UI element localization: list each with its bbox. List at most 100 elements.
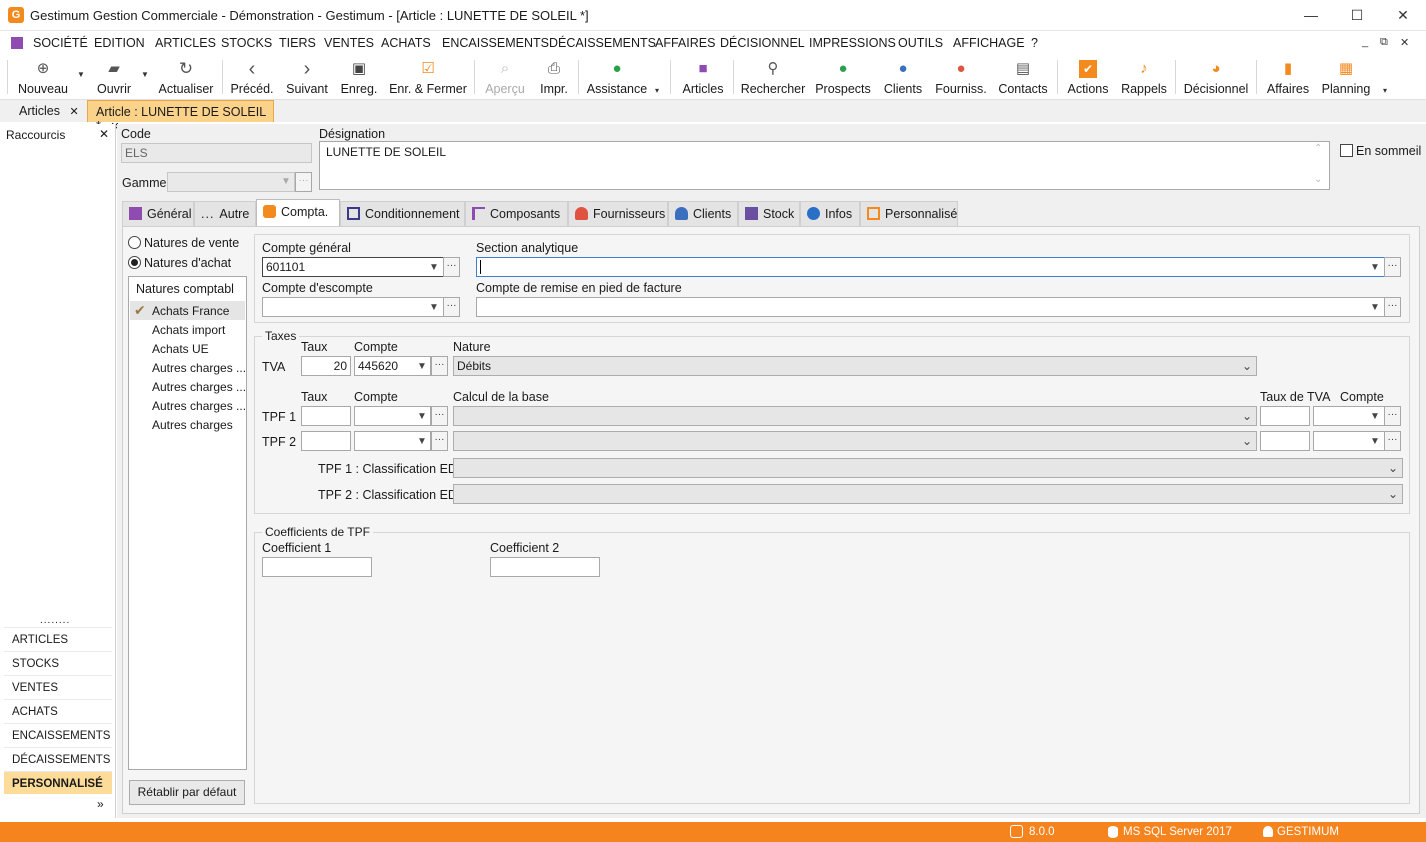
list-item[interactable]: Autres charges <box>152 418 233 432</box>
actions-button[interactable]: ✔ Actions <box>1064 58 1112 98</box>
clients-button[interactable]: ● Clients <box>881 58 925 98</box>
chevron-down-icon[interactable]: ▼ <box>1370 302 1380 313</box>
tab-conditionnement[interactable]: Conditionnement <box>340 201 465 226</box>
fournisseurs-button[interactable]: ● Fourniss. <box>934 58 988 98</box>
articles-button[interactable]: ■ Articles <box>679 58 727 98</box>
compte-escompte-select[interactable] <box>262 297 444 317</box>
menu-decaissements[interactable]: DÉCAISSEMENTS <box>549 36 656 50</box>
suivant-button[interactable]: › Suivant <box>283 58 331 98</box>
menu-stocks[interactable]: STOCKS <box>221 36 272 50</box>
chevron-down-icon[interactable]: ⌄ <box>1388 461 1398 475</box>
compte-remise-browse-button[interactable]: ··· <box>1384 297 1401 317</box>
precedent-button[interactable]: ‹ Précéd. <box>228 58 276 98</box>
scroll-up-icon[interactable]: ⌃ <box>1314 143 1322 154</box>
tab-infos[interactable]: Infos <box>800 201 860 226</box>
code-field[interactable]: ELS <box>121 143 312 163</box>
chevron-down-icon[interactable]: ⌄ <box>1242 434 1252 448</box>
rechercher-button[interactable]: ⚲ Rechercher <box>740 58 806 98</box>
menu-affaires[interactable]: AFFAIRES <box>655 36 715 50</box>
gamme-select[interactable] <box>167 172 295 192</box>
minimize-button[interactable]: — <box>1288 0 1334 31</box>
menu-encaissements[interactable]: ENCAISSEMENTS <box>442 36 549 50</box>
retablir-defaut-button[interactable]: Rétablir par défaut <box>129 780 245 805</box>
nouveau-button[interactable]: ⊕ Nouveau <box>14 58 72 98</box>
maximize-button[interactable]: ☐ <box>1334 0 1380 31</box>
expand-icon[interactable]: » <box>97 797 104 811</box>
toolbar-overflow-1-icon[interactable]: ▾ <box>655 86 659 95</box>
tab-personnalise[interactable]: Personnalisé <box>860 201 958 226</box>
close-button[interactable]: ✕ <box>1380 0 1426 31</box>
tpf1-taux-tva-input[interactable] <box>1260 406 1310 426</box>
gamme-browse-button[interactable]: ··· <box>295 172 312 192</box>
apercu-button[interactable]: ⌕ Aperçu <box>482 58 528 98</box>
tva-compte-browse-button[interactable]: ··· <box>431 356 448 376</box>
chevron-down-icon[interactable]: ▼ <box>417 411 427 422</box>
nav-achats[interactable]: ACHATS <box>4 699 112 722</box>
contacts-button[interactable]: ▤ Contacts <box>996 58 1050 98</box>
close-icon[interactable]: ✕ <box>99 127 109 141</box>
nouveau-dropdown-icon[interactable]: ▼ <box>77 70 85 79</box>
section-analytique-browse-button[interactable]: ··· <box>1384 257 1401 277</box>
tva-taux-input[interactable]: 20 <box>301 356 351 376</box>
panel-splitter[interactable]: ........ <box>40 615 70 626</box>
close-icon[interactable]: ✕ <box>69 106 78 118</box>
menu-outils[interactable]: OUTILS <box>898 36 943 50</box>
decisionnel-button[interactable]: ◕ Décisionnel <box>1182 58 1250 98</box>
tpf2-calcul-select[interactable] <box>453 431 1257 451</box>
designation-textarea[interactable]: LUNETTE DE SOLEIL <box>319 141 1330 190</box>
scroll-down-icon[interactable]: ⌄ <box>1314 174 1322 185</box>
compte-remise-select[interactable] <box>476 297 1385 317</box>
rappels-button[interactable]: ♪ Rappels <box>1120 58 1168 98</box>
list-item[interactable]: Autres charges ... <box>152 361 246 375</box>
menu-tiers[interactable]: TIERS <box>279 36 316 50</box>
list-item[interactable]: Autres charges ... <box>152 399 246 413</box>
doctab-articles[interactable]: Articles ✕ <box>6 100 85 122</box>
menu-affichage[interactable]: AFFICHAGE <box>953 36 1025 50</box>
chevron-down-icon[interactable]: ▼ <box>417 361 427 372</box>
tab-fournisseurs[interactable]: Fournisseurs <box>568 201 668 226</box>
toolbar-overflow-2-icon[interactable]: ▾ <box>1383 86 1387 95</box>
chevron-down-icon[interactable]: ⌄ <box>1388 487 1398 501</box>
planning-button[interactable]: ▦ Planning <box>1320 58 1372 98</box>
prospects-button[interactable]: ● Prospects <box>814 58 872 98</box>
tva-nature-select[interactable]: Débits <box>453 356 1257 376</box>
tab-clients[interactable]: Clients <box>668 201 738 226</box>
tpf1-taux-input[interactable] <box>301 406 351 426</box>
tpf1-calcul-select[interactable] <box>453 406 1257 426</box>
menu-societe[interactable]: SOCIÉTÉ <box>33 36 88 50</box>
tab-autre[interactable]: ... Autre <box>194 201 256 226</box>
imprimer-button[interactable]: ⎙ Impr. <box>535 58 573 98</box>
app-menu-icon[interactable] <box>11 37 23 49</box>
natures-vente-radio[interactable] <box>128 236 141 249</box>
chevron-down-icon[interactable]: ▼ <box>1370 436 1380 447</box>
list-item[interactable]: Achats France <box>152 304 229 318</box>
tpf2-compte-tva-browse-button[interactable]: ··· <box>1384 431 1401 451</box>
ouvrir-button[interactable]: ▰ Ouvrir <box>92 58 136 98</box>
coef1-input[interactable] <box>262 557 372 577</box>
nav-stocks[interactable]: STOCKS <box>4 651 112 674</box>
list-item[interactable]: Autres charges ... <box>152 380 246 394</box>
nav-encaissements[interactable]: ENCAISSEMENTS <box>4 723 112 746</box>
natures-achat-radio[interactable] <box>128 256 141 269</box>
chevron-down-icon[interactable]: ▼ <box>429 302 439 313</box>
chevron-down-icon[interactable]: ▼ <box>417 436 427 447</box>
compte-general-select[interactable]: 601101 <box>262 257 444 277</box>
menu-decisionnel[interactable]: DÉCISIONNEL <box>720 36 805 50</box>
chevron-down-icon[interactable]: ▼ <box>1370 262 1380 273</box>
tab-composants[interactable]: Composants <box>465 201 568 226</box>
edi1-select[interactable] <box>453 458 1403 478</box>
mdi-restore-button[interactable]: ⧉ <box>1380 36 1388 49</box>
mdi-close-button[interactable]: ✕ <box>1400 36 1409 49</box>
section-analytique-select[interactable] <box>476 257 1385 277</box>
nav-personnalise[interactable]: PERSONNALISÉ <box>4 771 112 794</box>
list-item[interactable]: Achats UE <box>152 342 209 356</box>
compte-escompte-browse-button[interactable]: ··· <box>443 297 460 317</box>
chevron-down-icon[interactable]: ⌄ <box>1242 359 1252 373</box>
chevron-down-icon[interactable]: ▼ <box>429 262 439 273</box>
affaires-button[interactable]: ▮ Affaires <box>1263 58 1313 98</box>
nav-decaissements[interactable]: DÉCAISSEMENTS <box>4 747 112 770</box>
edi2-select[interactable] <box>453 484 1403 504</box>
tpf1-compte-browse-button[interactable]: ··· <box>431 406 448 426</box>
menu-achats[interactable]: ACHATS <box>381 36 431 50</box>
tab-compta[interactable]: Compta. <box>256 199 340 227</box>
